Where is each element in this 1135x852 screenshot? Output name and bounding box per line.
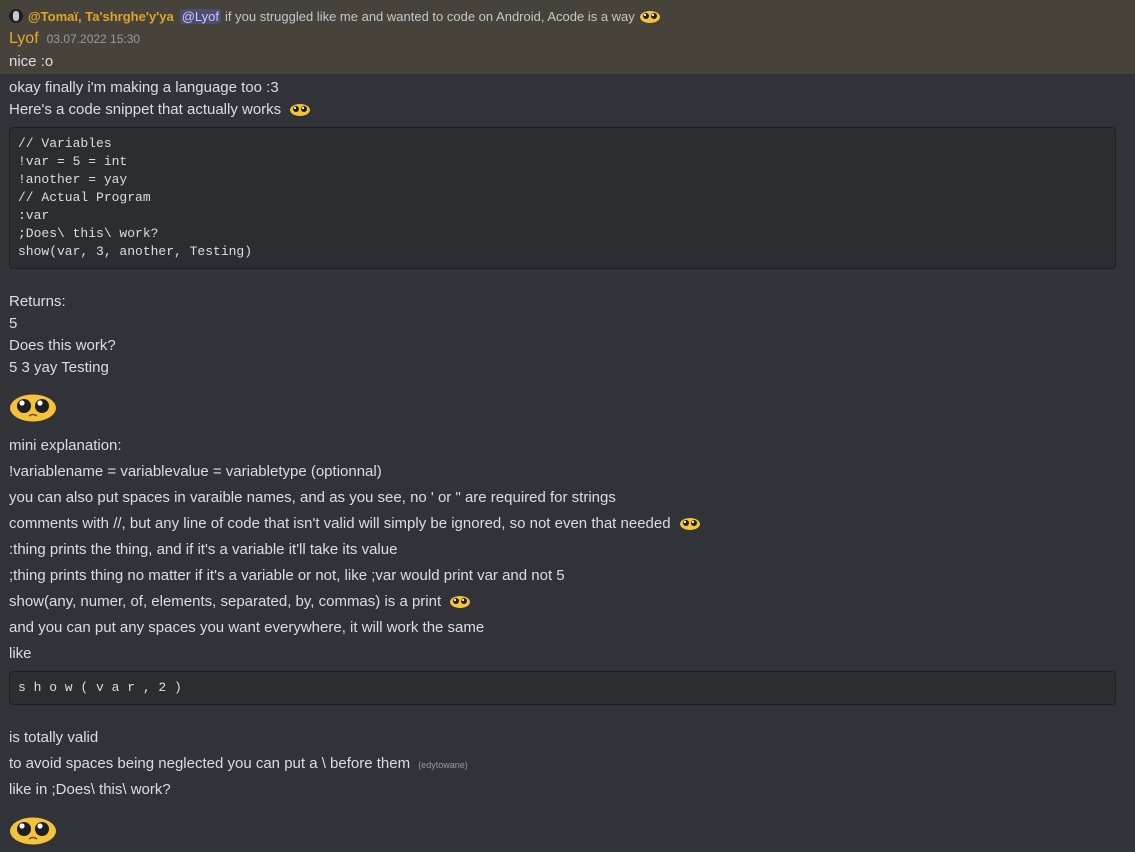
message-line: to avoid spaces being neglected you can … — [9, 753, 468, 775]
code-line: // Actual Program — [18, 190, 151, 205]
pleading-face-emoji-icon — [639, 11, 660, 23]
message-timestamp[interactable]: 03.07.2022 15:30 — [47, 32, 140, 46]
code-line: ;Does\ this\ work? — [18, 226, 159, 241]
message-line: Here's a code snippet that actually work… — [9, 99, 311, 121]
message-line: and you can put any spaces you want ever… — [9, 619, 485, 636]
message-line: 5 — [9, 315, 18, 332]
message-line: :thing prints the thing, and if it's a v… — [9, 541, 398, 558]
reply-text[interactable]: if you struggled like me and wanted to c… — [225, 9, 635, 24]
edited-indicator[interactable]: (edytowane) — [418, 760, 468, 770]
message-line: you can also put spaces in varaible name… — [9, 489, 616, 506]
pleading-face-emoji-icon[interactable] — [679, 516, 701, 530]
message-line: like in ;Does\ this\ work? — [9, 781, 171, 798]
code-line: :var — [18, 208, 50, 223]
pleading-face-emoji-icon[interactable] — [9, 815, 57, 845]
code-line: !another = yay — [18, 172, 128, 187]
message-line: !variablename = variablevalue = variable… — [9, 463, 382, 480]
message-line: 5 3 yay Testing — [9, 359, 109, 376]
code-line: !var = 5 = int — [18, 154, 128, 169]
message-line-text: Here's a code snippet that actually work… — [9, 101, 282, 118]
message-line: Returns: — [9, 293, 66, 310]
pleading-face-emoji-icon[interactable] — [289, 102, 311, 116]
reply-preview[interactable]: @Tomaï, Ta'shrghe'y'ya @Lyof if you stru… — [9, 7, 661, 25]
code-line: // Variables — [18, 136, 112, 151]
avatar-icon[interactable] — [9, 9, 23, 23]
message-line: comments with //, but any line of code t… — [9, 513, 701, 535]
code-line: show(var, 3, another, Testing) — [18, 244, 253, 259]
message-line: mini explanation: — [9, 437, 122, 454]
message-line: like — [9, 645, 32, 662]
message-author[interactable]: Lyof — [9, 30, 39, 48]
pleading-face-emoji-icon[interactable] — [449, 594, 471, 608]
message-header: Lyof 03.07.2022 15:30 — [9, 30, 140, 50]
pleading-face-emoji-icon[interactable] — [9, 392, 57, 422]
message-line: nice :o — [9, 53, 54, 70]
code-line: s h o w ( v a r , 2 ) — [18, 680, 182, 695]
message-line: is totally valid — [9, 729, 99, 746]
reply-mention[interactable]: @Lyof — [179, 8, 222, 24]
message-line: ;thing prints thing no matter if it's a … — [9, 567, 565, 584]
message-line-text: show(any, numer, of, elements, separated… — [9, 593, 442, 610]
message-line-text: comments with //, but any line of code t… — [9, 515, 671, 532]
message-line: Does this work? — [9, 337, 116, 354]
message-line: show(any, numer, of, elements, separated… — [9, 591, 471, 613]
message-line-text: to avoid spaces being neglected you can … — [9, 755, 411, 772]
message-line: okay finally i'm making a language too :… — [9, 79, 279, 96]
reply-author[interactable]: @Tomaï, Ta'shrghe'y'ya — [28, 9, 174, 24]
code-block[interactable]: // Variables !var = 5 = int !another = y… — [9, 127, 1116, 269]
code-block[interactable]: s h o w ( v a r , 2 ) — [9, 671, 1116, 705]
